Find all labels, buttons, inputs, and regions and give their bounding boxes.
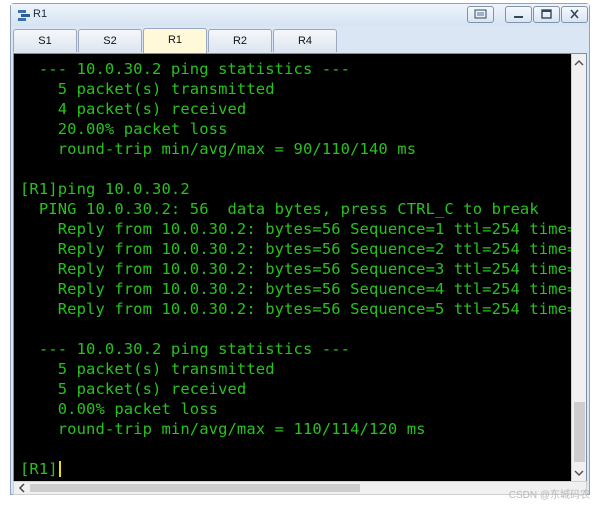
tab-s1[interactable]: S1 xyxy=(13,29,77,52)
minimize-icon xyxy=(514,16,523,18)
vertical-scroll-thumb[interactable] xyxy=(574,402,585,462)
terminal-line: round-trip min/avg/max = 110/114/120 ms xyxy=(20,420,426,438)
horizontal-scroll-thumb[interactable] xyxy=(30,484,360,492)
terminal-output[interactable]: --- 10.0.30.2 ping statistics --- 5 pack… xyxy=(14,54,571,482)
vertical-scrollbar[interactable] xyxy=(571,54,586,482)
terminal-line: [R1]ping 10.0.30.2 xyxy=(20,180,190,198)
terminal-line: [R1] xyxy=(20,460,58,478)
terminal-line: 20.00% packet loss xyxy=(20,120,228,138)
restore-button[interactable] xyxy=(467,6,494,23)
terminal-line: 5 packet(s) transmitted xyxy=(20,80,275,98)
tab-s2[interactable]: S2 xyxy=(78,29,142,52)
terminal-line: round-trip min/avg/max = 90/110/140 ms xyxy=(20,140,417,158)
scroll-down-icon[interactable] xyxy=(572,466,586,480)
horizontal-scrollbar[interactable] xyxy=(13,481,587,495)
tab-r2[interactable]: R2 xyxy=(208,29,272,52)
title-bar[interactable]: R1 xyxy=(11,4,589,26)
minimize-button[interactable] xyxy=(505,6,532,23)
scroll-left-icon[interactable] xyxy=(16,482,28,494)
device-tabs: S1 S2 R1 R2 R4 xyxy=(13,28,589,53)
window-title: R1 xyxy=(33,8,48,20)
close-button[interactable] xyxy=(561,6,588,23)
restore-icon xyxy=(474,9,487,19)
terminal-line: 5 packet(s) received xyxy=(20,380,247,398)
terminal-window: R1 S1 S2 R1 R2 R4 --- 10.0.30.2 ping sta… xyxy=(10,3,590,495)
tab-r1[interactable]: R1 xyxy=(143,28,207,53)
terminal-line: Reply from 10.0.30.2: bytes=56 Sequence=… xyxy=(57,240,571,258)
watermark: CSDN @东城码农 xyxy=(508,490,590,501)
terminal-line: PING 10.0.30.2: 56 data bytes, press CTR… xyxy=(20,200,539,218)
terminal-line: Reply from 10.0.30.2: bytes=56 Sequence=… xyxy=(57,300,571,318)
terminal-line: 4 packet(s) received xyxy=(20,100,247,118)
close-icon xyxy=(570,9,579,19)
terminal-line: Reply from 10.0.30.2: bytes=56 Sequence=… xyxy=(57,280,571,298)
terminal-line: 5 packet(s) transmitted xyxy=(20,360,275,378)
router-app-icon xyxy=(18,10,30,21)
terminal-line: Reply from 10.0.30.2: bytes=56 Sequence=… xyxy=(57,220,571,238)
tab-r4[interactable]: R4 xyxy=(273,29,337,52)
scroll-up-icon[interactable] xyxy=(572,56,586,70)
text-cursor xyxy=(58,461,61,477)
maximize-button[interactable] xyxy=(533,6,560,23)
terminal-line: --- 10.0.30.2 ping statistics --- xyxy=(20,60,351,78)
terminal-line: 0.00% packet loss xyxy=(20,400,219,418)
terminal-line: --- 10.0.30.2 ping statistics --- xyxy=(20,340,351,358)
maximize-icon xyxy=(541,9,552,19)
terminal-line: Reply from 10.0.30.2: bytes=56 Sequence=… xyxy=(57,260,571,278)
terminal-pane: --- 10.0.30.2 ping statistics --- 5 pack… xyxy=(13,53,587,482)
